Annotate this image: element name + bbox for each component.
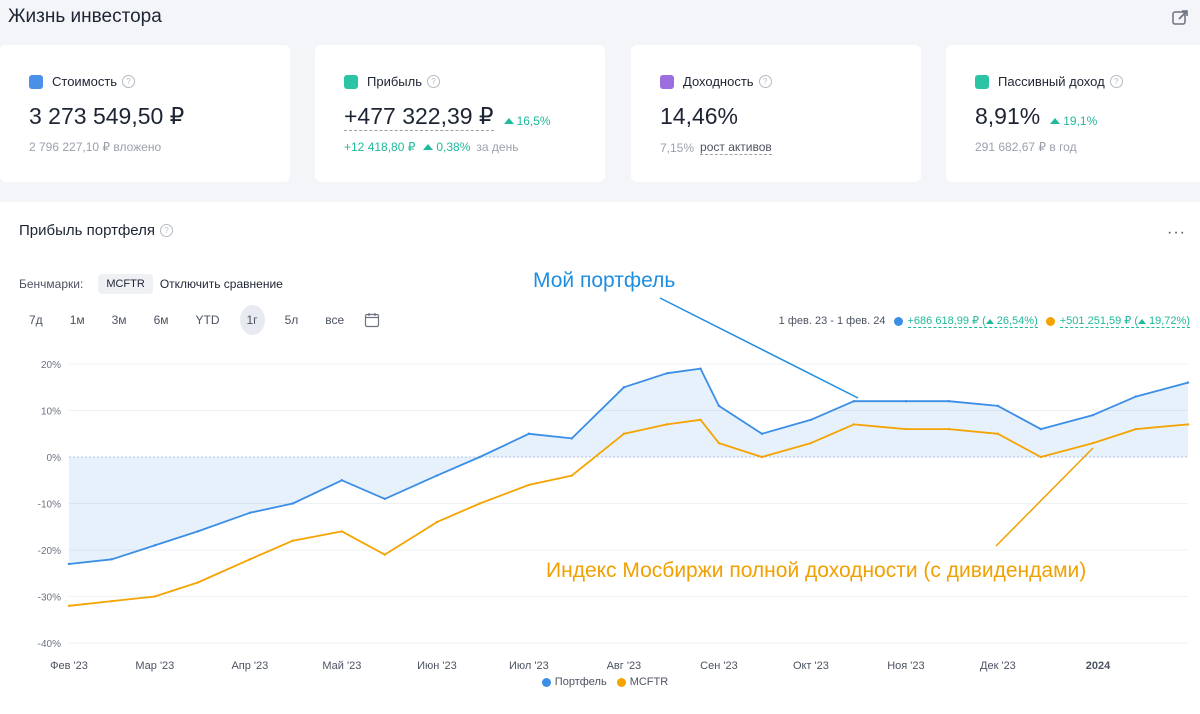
portfolio-point bbox=[809, 418, 813, 421]
x-tick-label: Июн '23 bbox=[417, 660, 457, 672]
portfolio-point bbox=[947, 400, 951, 403]
portfolio-point bbox=[340, 479, 344, 482]
x-tick-label: Окт '23 bbox=[793, 660, 829, 672]
y-tick-label: 10% bbox=[41, 407, 61, 418]
mcftr-point bbox=[665, 423, 669, 426]
portfolio-area bbox=[69, 368, 1188, 564]
mcftr-point bbox=[1186, 423, 1190, 426]
mcftr-point bbox=[340, 530, 344, 533]
legend-mcftr[interactable]: MCFTR bbox=[630, 676, 669, 688]
mcftr-point bbox=[478, 502, 482, 505]
portfolio-point bbox=[153, 544, 157, 547]
mcftr-point bbox=[622, 432, 626, 435]
y-tick-label: 20% bbox=[41, 360, 61, 371]
x-tick-label: Фев '23 bbox=[50, 660, 88, 672]
mcftr-point bbox=[947, 427, 951, 431]
mcftr-point bbox=[110, 599, 114, 603]
portfolio-point bbox=[717, 404, 721, 408]
portfolio-point bbox=[1039, 427, 1043, 431]
portfolio-point bbox=[699, 367, 702, 370]
x-tick-label: Май '23 bbox=[322, 660, 361, 672]
mcftr-point bbox=[1091, 441, 1095, 445]
x-tick-label: Авг '23 bbox=[607, 660, 642, 672]
x-tick-label: Ноя '23 bbox=[887, 660, 924, 672]
y-tick-label: -30% bbox=[38, 593, 61, 604]
y-tick-label: -10% bbox=[38, 500, 61, 511]
y-tick-label: -20% bbox=[38, 546, 61, 557]
mcftr-point bbox=[248, 558, 252, 561]
portfolio-point bbox=[570, 437, 573, 440]
portfolio-point bbox=[1091, 413, 1095, 417]
x-tick-label: Апр '23 bbox=[231, 660, 268, 672]
annotation-arrow-index bbox=[995, 447, 1094, 547]
mcftr-point bbox=[852, 423, 856, 426]
portfolio-point bbox=[291, 502, 294, 505]
portfolio-point bbox=[67, 562, 71, 566]
portfolio-point bbox=[110, 558, 114, 561]
x-tick-label: Сен '23 bbox=[700, 660, 738, 672]
annotation-portfolio: Мой портфель bbox=[533, 269, 676, 292]
x-tick-label: 2024 bbox=[1086, 660, 1111, 672]
annotation-index: Индекс Мосбиржи полной доходности (с див… bbox=[546, 559, 1087, 582]
chart-legend: Портфель MCFTR bbox=[0, 676, 1200, 688]
mcftr-point bbox=[760, 455, 764, 459]
mcftr-point bbox=[570, 474, 573, 477]
portfolio-point bbox=[665, 372, 669, 375]
mcftr-point bbox=[196, 581, 199, 584]
portfolio-point bbox=[760, 432, 764, 435]
mcftr-point bbox=[699, 418, 702, 421]
legend-mcftr-marker[interactable] bbox=[616, 677, 626, 687]
portfolio-point bbox=[527, 432, 531, 435]
x-tick-label: Дек '23 bbox=[980, 660, 1016, 672]
legend-portfolio-marker[interactable] bbox=[541, 677, 551, 687]
mcftr-point bbox=[809, 441, 813, 445]
mcftr-point bbox=[153, 595, 157, 598]
mcftr-point bbox=[291, 539, 294, 542]
mcftr-point bbox=[435, 520, 439, 524]
mcftr-point bbox=[1134, 427, 1138, 431]
portfolio-point bbox=[1186, 381, 1190, 384]
portfolio-point bbox=[196, 530, 199, 533]
x-tick-label: Мар '23 bbox=[135, 660, 174, 672]
portfolio-point bbox=[622, 386, 626, 389]
mcftr-point bbox=[717, 441, 721, 445]
mcftr-point bbox=[383, 553, 386, 556]
mcftr-point bbox=[527, 483, 531, 487]
portfolio-point bbox=[852, 400, 856, 403]
mcftr-point bbox=[996, 432, 1000, 435]
portfolio-point bbox=[1134, 395, 1138, 398]
portfolio-point bbox=[248, 511, 252, 514]
portfolio-point bbox=[904, 400, 908, 403]
legend-portfolio[interactable]: Портфель bbox=[555, 676, 607, 688]
mcftr-point bbox=[904, 427, 908, 431]
x-tick-label: Июл '23 bbox=[509, 660, 549, 672]
portfolio-point bbox=[383, 497, 386, 501]
profit-chart: 20% 10% 0% -10% -20% -30% -40% Фев '23 Мар '23 Ап… bbox=[38, 297, 1190, 672]
portfolio-point bbox=[996, 404, 1000, 408]
y-tick-label: -40% bbox=[38, 639, 61, 650]
mcftr-point bbox=[67, 604, 71, 607]
portfolio-point bbox=[478, 455, 482, 459]
mcftr-point bbox=[1039, 455, 1043, 459]
y-tick-label: 0% bbox=[47, 453, 62, 464]
portfolio-point bbox=[435, 474, 439, 477]
